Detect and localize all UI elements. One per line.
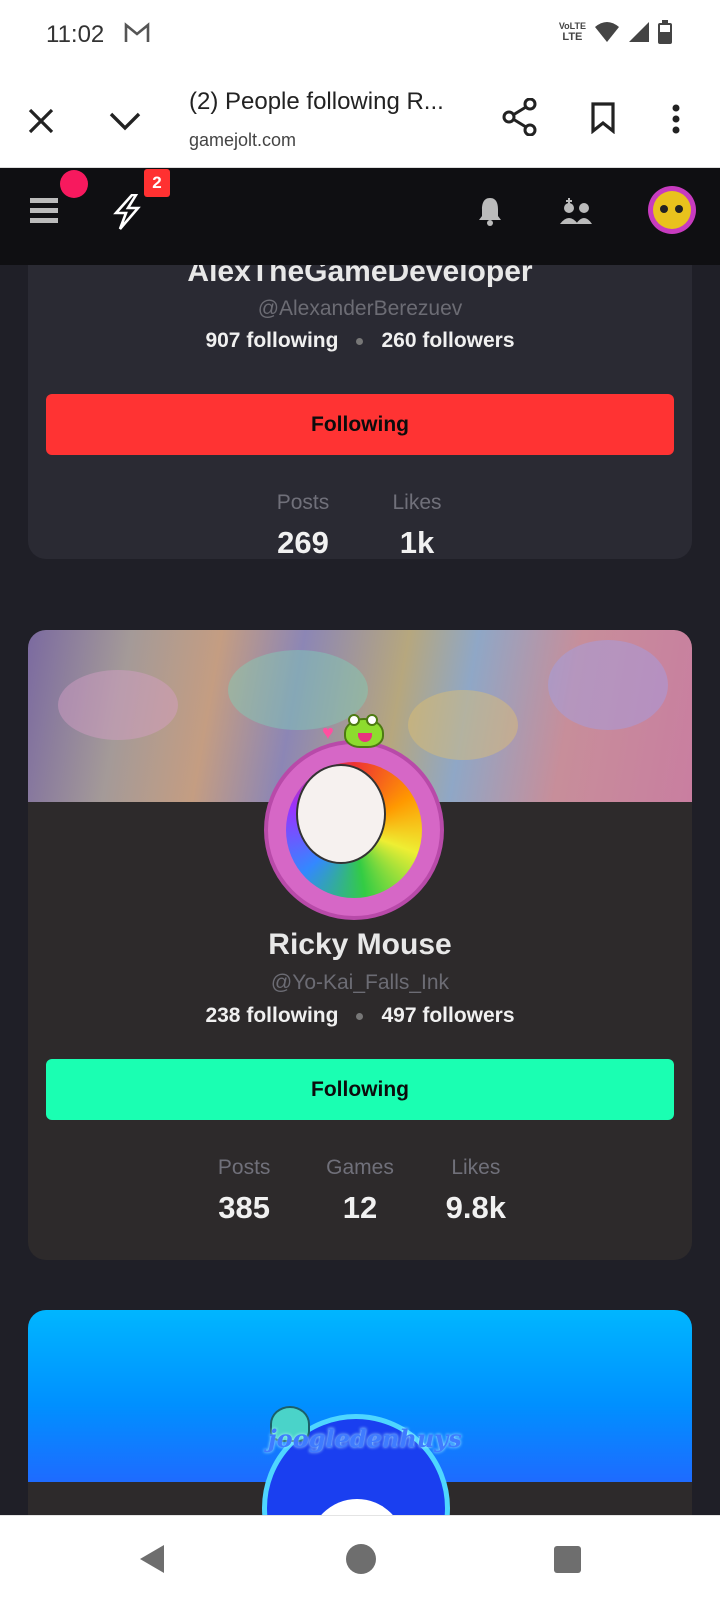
following-count[interactable]: 907 following (205, 329, 338, 352)
menu-icon[interactable] (30, 198, 58, 229)
stat-games[interactable]: Games 12 (326, 1156, 394, 1226)
avatar-text: joogledenhuys (268, 1424, 462, 1453)
back-icon[interactable] (138, 1543, 166, 1580)
followers-list: AlexTheGameDeveloper @AlexanderBerezuev … (0, 265, 720, 1515)
gmail-icon (124, 22, 150, 49)
following-button[interactable]: Following (46, 394, 674, 455)
user-card: AlexTheGameDeveloper @AlexanderBerezuev … (28, 265, 692, 559)
user-card: joogledenhuys (28, 1310, 692, 1515)
user-stats: Posts 269 Likes 1k (28, 491, 692, 559)
status-bar: 11:02 VoLTE LTE (0, 0, 720, 70)
activity-bolt-icon[interactable] (110, 193, 144, 235)
follow-counts: 907 following 260 followers (28, 329, 692, 353)
stat-posts[interactable]: Posts 385 (212, 1156, 276, 1226)
close-icon[interactable] (26, 106, 56, 141)
status-time: 11:02 (46, 21, 105, 48)
system-nav-bar (0, 1515, 720, 1600)
following-count[interactable]: 238 following (205, 1004, 338, 1027)
home-icon[interactable] (346, 1544, 376, 1574)
frog-avatar-decoration (344, 714, 384, 748)
browser-toolbar: (2) People following R... gamejolt.com (0, 70, 720, 168)
page-url: gamejolt.com (189, 130, 297, 150)
friends-icon[interactable] (560, 198, 592, 231)
user-avatar[interactable] (648, 186, 696, 234)
following-button[interactable]: Following (46, 1059, 674, 1120)
site-navbar: 2 (0, 168, 720, 265)
user-handle[interactable]: @AlexanderBerezuev (28, 297, 692, 321)
user-stats: Posts 385 Games 12 Likes 9.8k (28, 1156, 692, 1226)
notification-dot (60, 170, 88, 198)
battery-icon (658, 20, 672, 44)
share-icon[interactable] (502, 97, 538, 141)
stat-posts[interactable]: Posts 269 (271, 491, 335, 559)
profile-avatar[interactable] (264, 740, 444, 920)
user-card: ♥ Ricky Mouse @Yo-Kai_Falls_Ink 238 foll… (28, 630, 692, 1260)
followers-count[interactable]: 497 followers (381, 1004, 514, 1027)
bookmark-icon[interactable] (590, 102, 616, 139)
status-icons: VoLTE LTE (559, 20, 672, 44)
signal-icon (629, 22, 649, 42)
user-handle[interactable]: @Yo-Kai_Falls_Ink (28, 971, 692, 995)
heart-icon: ♥ (322, 722, 334, 744)
follow-counts: 238 following 497 followers (28, 1004, 692, 1028)
bell-icon[interactable] (477, 196, 503, 231)
volte-icon: VoLTE LTE (558, 21, 586, 43)
stat-likes[interactable]: Likes 1k (385, 491, 449, 559)
followers-count[interactable]: 260 followers (381, 329, 514, 352)
chevron-down-icon[interactable] (108, 110, 142, 137)
recent-apps-icon[interactable] (554, 1546, 581, 1573)
user-name[interactable]: Ricky Mouse (28, 928, 692, 962)
page-title: (2) People following R... (189, 88, 444, 115)
activity-badge: 2 (144, 169, 170, 197)
wifi-icon (595, 22, 619, 42)
more-options-icon[interactable] (672, 104, 680, 139)
user-name[interactable]: AlexTheGameDeveloper (28, 265, 692, 289)
stat-likes[interactable]: Likes 9.8k (444, 1156, 508, 1226)
